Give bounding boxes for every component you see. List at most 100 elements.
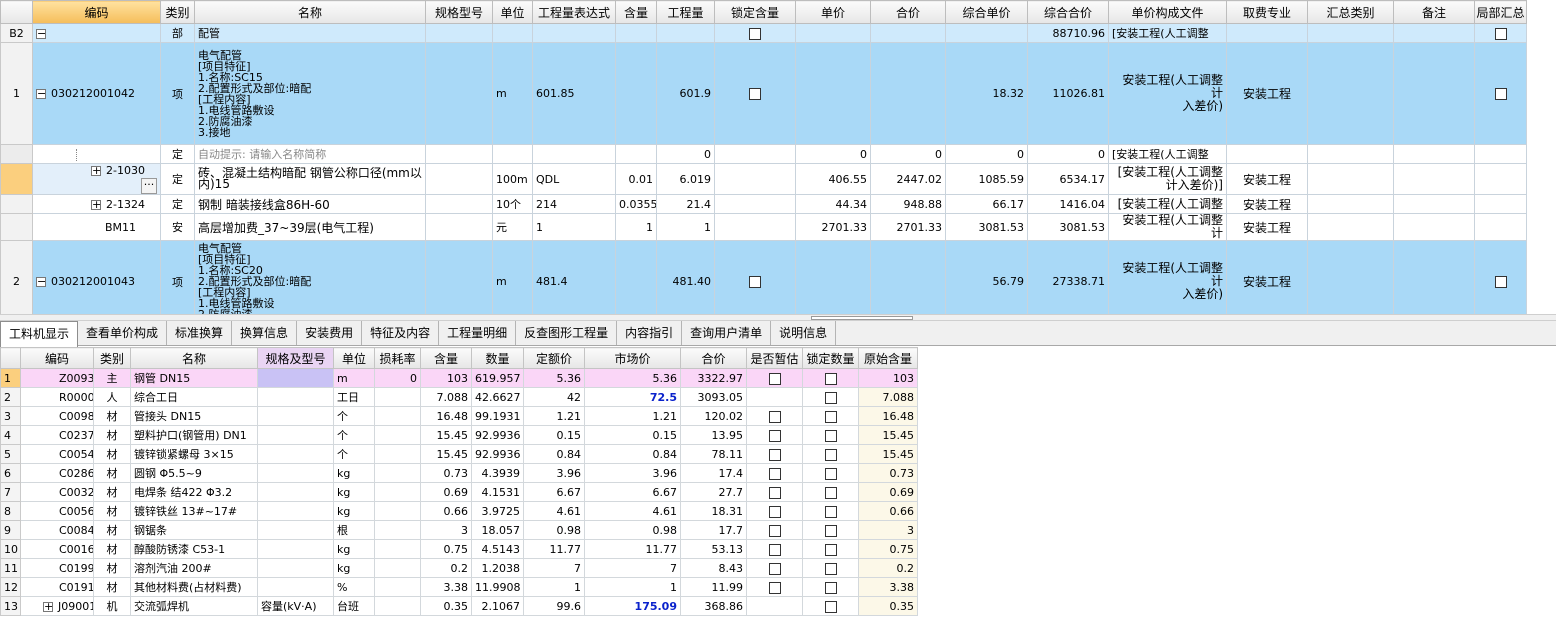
specialty-cell[interactable]: 安装工程 [1226, 240, 1308, 323]
expr-cell[interactable]: 601.85 [532, 42, 616, 145]
material-name-cell[interactable]: 醇酸防锈漆 C53-1 [130, 539, 258, 559]
material-code-cell[interactable]: C01992 [20, 558, 94, 578]
expand-toggle-icon[interactable]: + [43, 601, 53, 612]
column-header[interactable]: 备注 [1393, 0, 1475, 24]
material-code-cell[interactable]: Z00935 [20, 368, 94, 388]
partial-summary-cell[interactable] [1474, 240, 1527, 323]
expand-toggle-icon[interactable]: − [36, 88, 46, 99]
expr-cell[interactable]: 214 [532, 194, 616, 214]
lock-qty-checkbox[interactable] [824, 600, 837, 613]
lock-content-cell[interactable] [714, 42, 796, 145]
column-header[interactable]: 单价构成文件 [1108, 0, 1227, 24]
material-row[interactable]: 11C01992材溶剂汽油 200#kg0.21.2038778.430.2 [0, 558, 918, 578]
material-grid[interactable]: 编码 类别 名称 规格及型号 单位 损耗率 含量 数量 定额价 市场价 合价 是否暂估 锁定数量 原始含量… [0, 347, 918, 616]
specialty-cell[interactable]: 安装工程 [1226, 163, 1308, 195]
lock-qty-cell[interactable] [802, 444, 859, 464]
material-name-cell[interactable]: 塑料护口(钢管用) DN1 [130, 425, 258, 445]
code-cell[interactable]: −030212001043 [32, 240, 161, 323]
material-row[interactable]: 6C02867材圆钢 Φ5.5~9kg0.734.39393.963.9617.… [0, 463, 918, 483]
column-header[interactable]: 合价 [870, 0, 946, 24]
lock-qty-checkbox[interactable] [824, 562, 837, 575]
material-name-cell[interactable]: 圆钢 Φ5.5~9 [130, 463, 258, 483]
name-cell[interactable]: 砖、混凝土结构暗配 钢管公称口径(mm以内)15 [194, 163, 426, 195]
column-header[interactable]: 综合单价 [945, 0, 1028, 24]
lock-qty-checkbox[interactable] [824, 448, 837, 461]
column-header[interactable]: 类别 [160, 0, 195, 24]
is-estimate-cell[interactable] [746, 596, 803, 616]
material-column-header[interactable]: 名称 [130, 347, 258, 369]
material-name-cell[interactable]: 镀锌铁丝 13#~17# [130, 501, 258, 521]
lock-qty-checkbox[interactable] [824, 372, 837, 385]
tab-6[interactable]: 特征及内容 [362, 321, 440, 345]
panel-splitter[interactable] [0, 314, 1556, 321]
material-row[interactable]: 9C00840材钢锯条根318.0570.980.9817.73 [0, 520, 918, 540]
lock-content-checkbox[interactable] [749, 276, 761, 288]
name-cell[interactable]: 钢制 暗装接线盒86H-60 [194, 194, 426, 214]
lock-qty-cell[interactable] [802, 406, 859, 426]
estimate-checkbox[interactable] [768, 372, 781, 385]
material-column-header[interactable] [0, 347, 21, 369]
lock-qty-checkbox[interactable] [824, 581, 837, 594]
splitter-handle[interactable] [811, 316, 913, 320]
name-input[interactable]: 自动提示: 请输入名称简称 [194, 144, 426, 164]
code-cell[interactable]: +2-1030 ··· [32, 163, 161, 195]
market-price-cell[interactable]: 5.36 [584, 368, 681, 388]
material-column-header[interactable]: 原始含量 [858, 347, 918, 369]
material-row[interactable]: 4C02370材塑料护口(钢管用) DN1个15.4592.99360.150.… [0, 425, 918, 445]
material-code-cell[interactable]: C00980 [20, 406, 94, 426]
material-row[interactable]: 8C00565材镀锌铁丝 13#~17#kg0.663.97254.614.61… [0, 501, 918, 521]
expr-cell[interactable]: 1 [532, 213, 616, 241]
spec-cell[interactable] [257, 558, 334, 578]
column-header[interactable]: 含量 [615, 0, 657, 24]
is-estimate-cell[interactable] [746, 406, 803, 426]
lock-qty-cell[interactable] [802, 520, 859, 540]
lock-qty-cell[interactable] [802, 501, 859, 521]
material-column-header[interactable]: 单位 [333, 347, 375, 369]
is-estimate-cell[interactable] [746, 368, 803, 388]
material-column-header[interactable]: 定额价 [523, 347, 585, 369]
market-price-cell[interactable]: 3.96 [584, 463, 681, 483]
material-name-cell[interactable]: 综合工日 [130, 387, 258, 407]
market-price-cell[interactable]: 7 [584, 558, 681, 578]
is-estimate-cell[interactable] [746, 539, 803, 559]
material-code-cell[interactable]: C00166 [20, 539, 94, 559]
specialty-cell[interactable]: 安装工程 [1226, 42, 1308, 145]
quota-row[interactable]: BM11 安高层增加费_37~39层(电气工程) 元 1 1 1 2701.33 2701.3… [0, 213, 1527, 241]
name-cell[interactable]: 配管 [194, 23, 426, 43]
lock-qty-checkbox[interactable] [824, 543, 837, 556]
spec-cell[interactable] [257, 577, 334, 597]
material-code-cell[interactable]: C00549 [20, 444, 94, 464]
is-estimate-cell[interactable] [746, 558, 803, 578]
is-estimate-cell[interactable] [746, 387, 803, 407]
lock-qty-checkbox[interactable] [824, 410, 837, 423]
market-price-cell[interactable]: 0.98 [584, 520, 681, 540]
material-code-cell[interactable]: C00324 [20, 482, 94, 502]
material-row[interactable]: 10C00166材醇酸防锈漆 C53-1kg0.754.514311.7711.… [0, 539, 918, 559]
expand-toggle-icon[interactable]: + [91, 165, 101, 176]
column-header[interactable]: 单价 [795, 0, 871, 24]
material-row[interactable]: 2R00001人综合工日工日7.08842.66274272.53093.057… [0, 387, 918, 407]
material-row[interactable]: 1Z00935主钢管 DN15m0103619.9575.365.363322.… [0, 368, 918, 388]
lock-qty-checkbox[interactable] [824, 391, 837, 404]
partial-summary-cell[interactable] [1474, 42, 1527, 145]
price-file-cell[interactable]: 安装工程(人工调整计 [1108, 213, 1227, 241]
estimate-checkbox[interactable] [768, 467, 781, 480]
code-cell[interactable]: +2-1324 [32, 194, 161, 214]
material-code-cell[interactable]: R00001 [20, 387, 94, 407]
price-file-cell[interactable]: 安装工程(人工调整计 入差价) [1108, 240, 1227, 323]
lock-qty-checkbox[interactable] [824, 467, 837, 480]
code-cell[interactable]: −030212001042 [32, 42, 161, 145]
material-name-cell[interactable]: 钢锯条 [130, 520, 258, 540]
tab-7[interactable]: 工程量明细 [439, 321, 517, 345]
more-options-button[interactable]: ··· [141, 178, 157, 194]
is-estimate-cell[interactable] [746, 444, 803, 464]
material-name-cell[interactable]: 镀锌锁紧螺母 3×15 [130, 444, 258, 464]
tab-2[interactable]: 查看单价构成 [78, 321, 168, 345]
column-header[interactable]: 规格型号 [425, 0, 493, 24]
spec-cell[interactable]: 容量(kV·A) [257, 596, 334, 616]
material-name-cell[interactable]: 交流弧焊机 [130, 596, 258, 616]
tab-1[interactable]: 工料机显示 [0, 321, 79, 347]
market-price-cell[interactable]: 4.61 [584, 501, 681, 521]
material-row[interactable]: 13+J09001@1机交流弧焊机容量(kV·A)台班0.352.106799.… [0, 596, 918, 616]
lock-qty-cell[interactable] [802, 387, 859, 407]
